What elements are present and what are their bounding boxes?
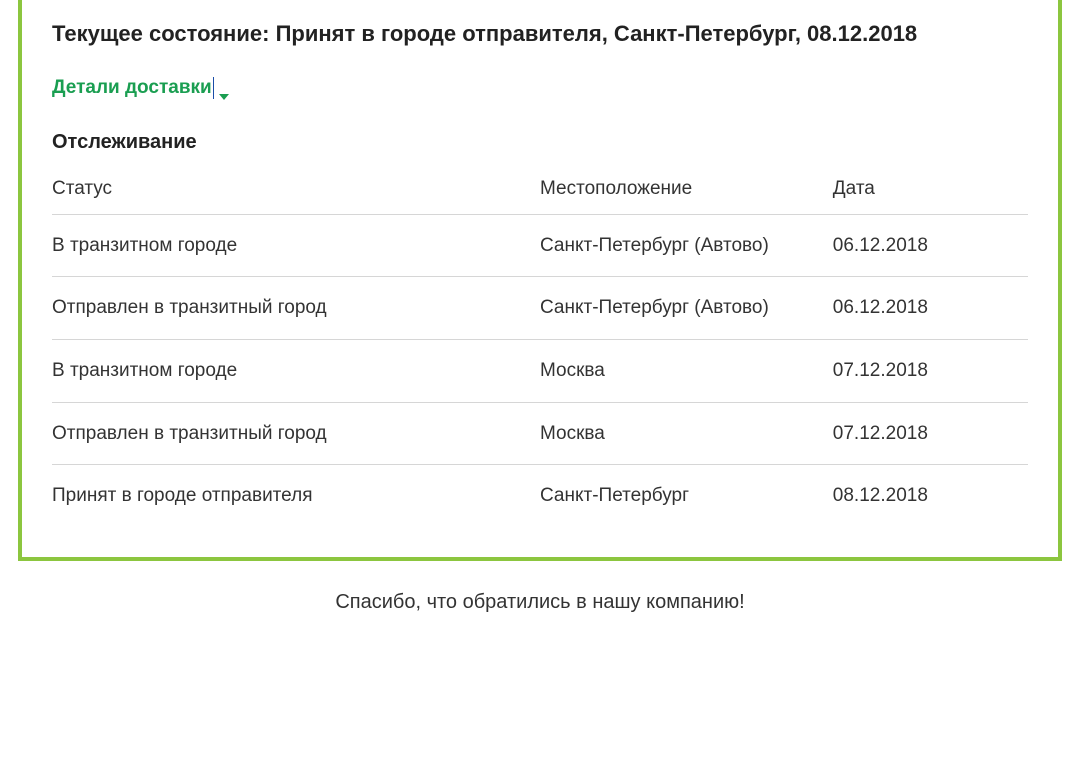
cell-status: Отправлен в транзитный город: [52, 402, 540, 465]
cell-status: Отправлен в транзитный город: [52, 277, 540, 340]
details-toggle[interactable]: Детали доставки: [52, 77, 230, 99]
details-toggle-label: Детали доставки: [52, 77, 212, 99]
tracking-title: Отслеживание: [52, 131, 1028, 154]
col-status-header: Статус: [52, 168, 540, 215]
table-row: В транзитном городе Санкт-Петербург (Авт…: [52, 214, 1028, 277]
cell-status: Принят в городе отправителя: [52, 465, 540, 527]
cell-date: 06.12.2018: [833, 214, 1028, 277]
thank-you-message: Спасибо, что обратились в нашу компанию!: [0, 591, 1080, 614]
chevron-down-icon: [218, 84, 230, 92]
table-row: В транзитном городе Москва 07.12.2018: [52, 339, 1028, 402]
tracking-table: Статус Местоположение Дата В транзитном …: [52, 168, 1028, 527]
text-cursor: [213, 77, 215, 99]
current-status-label: Текущее состояние:: [52, 21, 269, 46]
table-row: Принят в городе отправителя Санкт-Петерб…: [52, 465, 1028, 527]
table-header-row: Статус Местоположение Дата: [52, 168, 1028, 215]
cell-location: Санкт-Петербург (Автово): [540, 214, 833, 277]
table-row: Отправлен в транзитный город Санкт-Петер…: [52, 277, 1028, 340]
tracking-card: Текущее состояние: Принят в городе отпра…: [18, 0, 1062, 561]
col-location-header: Местоположение: [540, 168, 833, 215]
cell-location: Москва: [540, 339, 833, 402]
cell-location: Санкт-Петербург (Автово): [540, 277, 833, 340]
cell-location: Санкт-Петербург: [540, 465, 833, 527]
current-status-value: Принят в городе отправителя, Санкт-Петер…: [276, 21, 918, 46]
table-row: Отправлен в транзитный город Москва 07.1…: [52, 402, 1028, 465]
cell-status: В транзитном городе: [52, 339, 540, 402]
cell-date: 07.12.2018: [833, 402, 1028, 465]
cell-date: 08.12.2018: [833, 465, 1028, 527]
cell-status: В транзитном городе: [52, 214, 540, 277]
col-date-header: Дата: [833, 168, 1028, 215]
cell-date: 06.12.2018: [833, 277, 1028, 340]
current-status-line: Текущее состояние: Принят в городе отпра…: [52, 20, 1028, 49]
cell-location: Москва: [540, 402, 833, 465]
cell-date: 07.12.2018: [833, 339, 1028, 402]
